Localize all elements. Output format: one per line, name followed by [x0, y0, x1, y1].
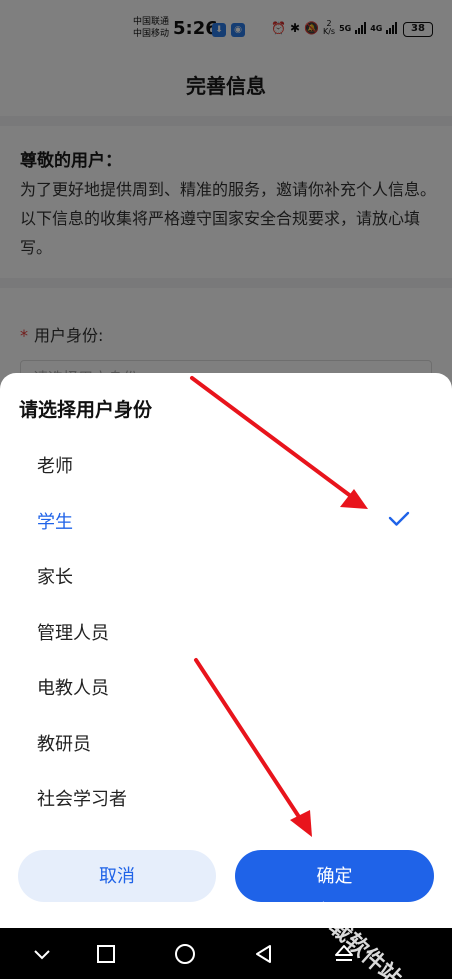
option-researcher[interactable]: 教研员	[0, 717, 452, 767]
checkmark-icon	[388, 511, 410, 526]
option-student[interactable]: 学生	[0, 495, 452, 545]
option-label: 学生	[37, 512, 73, 533]
option-label: 老师	[37, 456, 73, 477]
chevron-down-icon[interactable]	[28, 940, 56, 968]
option-parent[interactable]: 家长	[0, 550, 452, 600]
option-teacher[interactable]: 老师	[0, 439, 452, 489]
option-label: 家长	[37, 567, 73, 588]
square-recent-icon[interactable]	[92, 940, 120, 968]
option-label: 社会学习者	[37, 789, 127, 810]
confirm-button[interactable]: 确定	[235, 850, 434, 902]
circle-home-icon[interactable]	[171, 940, 199, 968]
sheet-title: 请选择用户身份	[19, 399, 153, 421]
option-label: 电教人员	[37, 678, 109, 699]
option-label: 教研员	[37, 734, 91, 755]
option-administrator[interactable]: 管理人员	[0, 606, 452, 656]
option-label: 管理人员	[37, 623, 109, 644]
identity-picker-sheet: 请选择用户身份 老师 学生 家长 管理人员 电教人员 教研员 社会学习者 取消 …	[0, 373, 452, 928]
triangle-back-icon[interactable]	[250, 940, 278, 968]
option-av-staff[interactable]: 电教人员	[0, 661, 452, 711]
option-social-learner[interactable]: 社会学习者	[0, 772, 452, 822]
cancel-button[interactable]: 取消	[18, 850, 216, 902]
